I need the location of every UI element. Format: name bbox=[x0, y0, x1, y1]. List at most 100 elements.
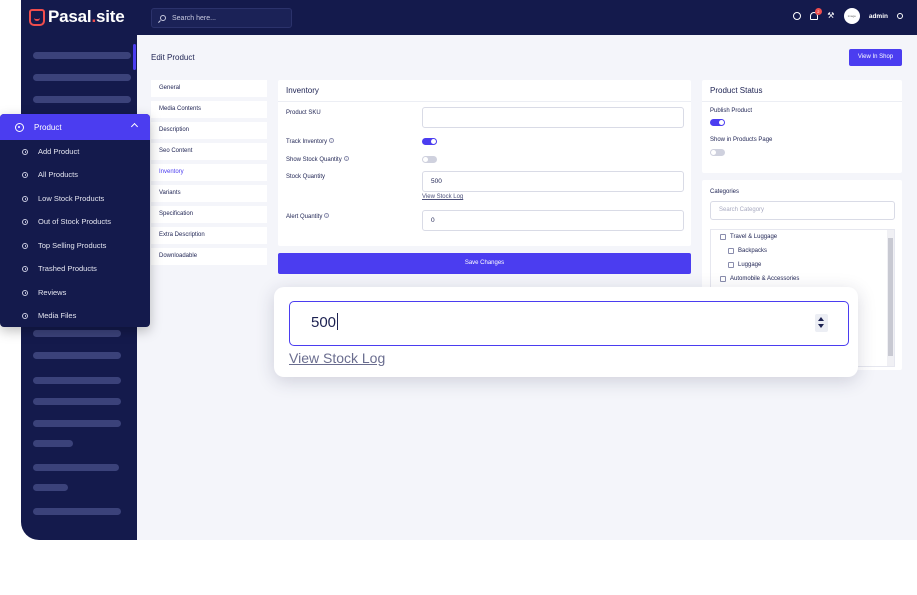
sidebar-item-blurred[interactable] bbox=[33, 96, 131, 103]
info-icon[interactable]: i bbox=[343, 156, 349, 161]
chevron-up-icon[interactable] bbox=[130, 122, 139, 131]
inventory-card: Inventory Product SKU Track Inventory i S… bbox=[278, 80, 691, 246]
number-spinner-icon[interactable] bbox=[815, 314, 828, 332]
category-scrollbar[interactable] bbox=[887, 230, 894, 366]
product-subnav: General Media Contents Description Seo C… bbox=[151, 80, 267, 269]
subnav-item-seo-content[interactable]: Seo Content bbox=[151, 143, 267, 160]
sidebar-item-blurred[interactable] bbox=[33, 377, 121, 384]
alert-quantity-input[interactable]: 0 bbox=[422, 210, 684, 231]
search-input[interactable]: Search here... bbox=[151, 8, 292, 28]
bullet-icon bbox=[22, 171, 28, 178]
sidebar-item-blurred[interactable] bbox=[33, 74, 131, 81]
zoomed-stock-quantity-input[interactable]: 500 bbox=[289, 301, 849, 346]
track-inventory-toggle[interactable] bbox=[422, 138, 437, 145]
bullet-icon bbox=[22, 218, 28, 225]
publish-product-label: Publish Product bbox=[710, 108, 753, 114]
sidebar-item-blurred[interactable] bbox=[33, 484, 68, 491]
subnav-item-media-contents[interactable]: Media Contents bbox=[151, 101, 267, 118]
bell-icon[interactable]: 2 bbox=[809, 8, 822, 20]
show-in-products-page-label: Show in Products Page bbox=[710, 137, 773, 143]
submenu-item-all-products[interactable]: All Products bbox=[22, 170, 78, 179]
search-icon bbox=[160, 15, 166, 21]
sidebar-item-blurred[interactable] bbox=[33, 420, 121, 427]
sidebar-item-blurred[interactable] bbox=[33, 52, 131, 59]
submenu-title: Product bbox=[34, 122, 62, 132]
search-placeholder: Search here... bbox=[172, 14, 216, 22]
category-item[interactable]: Travel & Luggage bbox=[720, 234, 777, 240]
checkbox[interactable] bbox=[728, 248, 734, 254]
checkbox[interactable] bbox=[720, 234, 726, 240]
topbar: Pasal.site Search here... 2 ⚒ image admi… bbox=[21, 0, 917, 35]
checkbox[interactable] bbox=[728, 262, 734, 268]
subnav-item-inventory[interactable]: Inventory bbox=[151, 164, 267, 181]
bullet-icon bbox=[22, 195, 28, 202]
sidebar-item-blurred[interactable] bbox=[33, 398, 121, 405]
sidebar-item-blurred[interactable] bbox=[33, 464, 119, 471]
product-status-title: Product Status bbox=[702, 80, 902, 102]
avatar[interactable]: image bbox=[843, 8, 860, 24]
subnav-item-description[interactable]: Description bbox=[151, 122, 267, 139]
text-caret bbox=[337, 313, 339, 330]
zoomed-stock-input-callout: 500 View Stock Log bbox=[274, 287, 858, 377]
bullet-icon bbox=[22, 242, 28, 249]
logo-text: Pasal.site bbox=[48, 7, 125, 26]
bullet-icon bbox=[22, 289, 28, 296]
globe-icon[interactable] bbox=[792, 12, 801, 20]
submenu-item-reviews[interactable]: Reviews bbox=[22, 288, 66, 297]
view-in-shop-button[interactable]: View In Shop bbox=[849, 49, 902, 66]
submenu-header-product[interactable]: Product bbox=[0, 114, 150, 140]
info-icon[interactable]: i bbox=[329, 138, 335, 143]
product-icon bbox=[15, 122, 24, 132]
user-name[interactable]: admin bbox=[869, 13, 888, 20]
subnav-item-general[interactable]: General bbox=[151, 80, 267, 97]
subnav-item-extra-description[interactable]: Extra Description bbox=[151, 227, 267, 244]
categories-title: Categories bbox=[710, 189, 740, 195]
subnav-item-specification[interactable]: Specification bbox=[151, 206, 267, 223]
sidebar-item-blurred[interactable] bbox=[33, 330, 121, 337]
submenu-item-top-selling[interactable]: Top Selling Products bbox=[22, 241, 106, 250]
logo[interactable]: Pasal.site bbox=[29, 7, 125, 27]
sidebar-item-blurred[interactable] bbox=[33, 440, 73, 447]
subnav-item-downloadable[interactable]: Downloadable bbox=[151, 248, 267, 265]
bullet-icon bbox=[22, 312, 28, 319]
publish-product-toggle[interactable] bbox=[710, 119, 725, 126]
cart-bag-icon bbox=[29, 8, 45, 26]
zoomed-stock-value: 500 bbox=[311, 314, 337, 331]
bullet-icon bbox=[22, 148, 28, 155]
info-icon[interactable]: i bbox=[324, 213, 330, 218]
category-item[interactable]: Luggage bbox=[728, 262, 761, 268]
submenu-item-out-of-stock[interactable]: Out of Stock Products bbox=[22, 217, 111, 226]
show-stock-toggle[interactable] bbox=[422, 156, 437, 163]
product-status-card: Product Status Publish Product Show in P… bbox=[702, 80, 902, 173]
tools-icon[interactable]: ⚒ bbox=[827, 12, 835, 20]
sidebar-item-blurred[interactable] bbox=[33, 352, 121, 359]
gear-icon[interactable] bbox=[897, 13, 903, 19]
page-title: Edit Product bbox=[151, 53, 195, 62]
category-item[interactable]: Automobile & Accessories bbox=[720, 276, 799, 282]
submenu-item-trashed[interactable]: Trashed Products bbox=[22, 264, 97, 273]
save-changes-button[interactable]: Save Changes bbox=[278, 253, 691, 274]
sku-label: Product SKU bbox=[286, 110, 321, 116]
submenu-item-media-files[interactable]: Media Files bbox=[22, 311, 76, 320]
sidebar-scrollbar[interactable] bbox=[133, 44, 136, 70]
category-search-input[interactable]: Search Category bbox=[710, 201, 895, 220]
product-submenu: Product Add Product All Products Low Sto… bbox=[0, 114, 150, 327]
inventory-title: Inventory bbox=[278, 80, 691, 102]
category-item[interactable]: Backpacks bbox=[728, 248, 767, 254]
sidebar-item-blurred[interactable] bbox=[33, 508, 121, 515]
zoomed-view-stock-log-link[interactable]: View Stock Log bbox=[289, 350, 385, 366]
notification-badge: 2 bbox=[814, 8, 822, 15]
submenu-item-low-stock[interactable]: Low Stock Products bbox=[22, 194, 104, 203]
submenu-item-add-product[interactable]: Add Product bbox=[22, 147, 79, 156]
stock-quantity-label: Stock Quantity bbox=[286, 174, 326, 180]
checkbox[interactable] bbox=[720, 276, 726, 282]
topbar-actions: 2 ⚒ image admin bbox=[792, 8, 903, 24]
view-stock-log-link[interactable]: View Stock Log bbox=[422, 194, 463, 200]
track-inventory-label: Track Inventory i bbox=[286, 138, 335, 145]
subnav-item-variants[interactable]: Variants bbox=[151, 185, 267, 202]
stock-quantity-input[interactable]: 500 bbox=[422, 171, 684, 192]
alert-quantity-label: Alert Quantity i bbox=[286, 213, 330, 220]
bullet-icon bbox=[22, 265, 28, 272]
sku-input[interactable] bbox=[422, 107, 684, 128]
show-in-products-page-toggle[interactable] bbox=[710, 149, 725, 156]
